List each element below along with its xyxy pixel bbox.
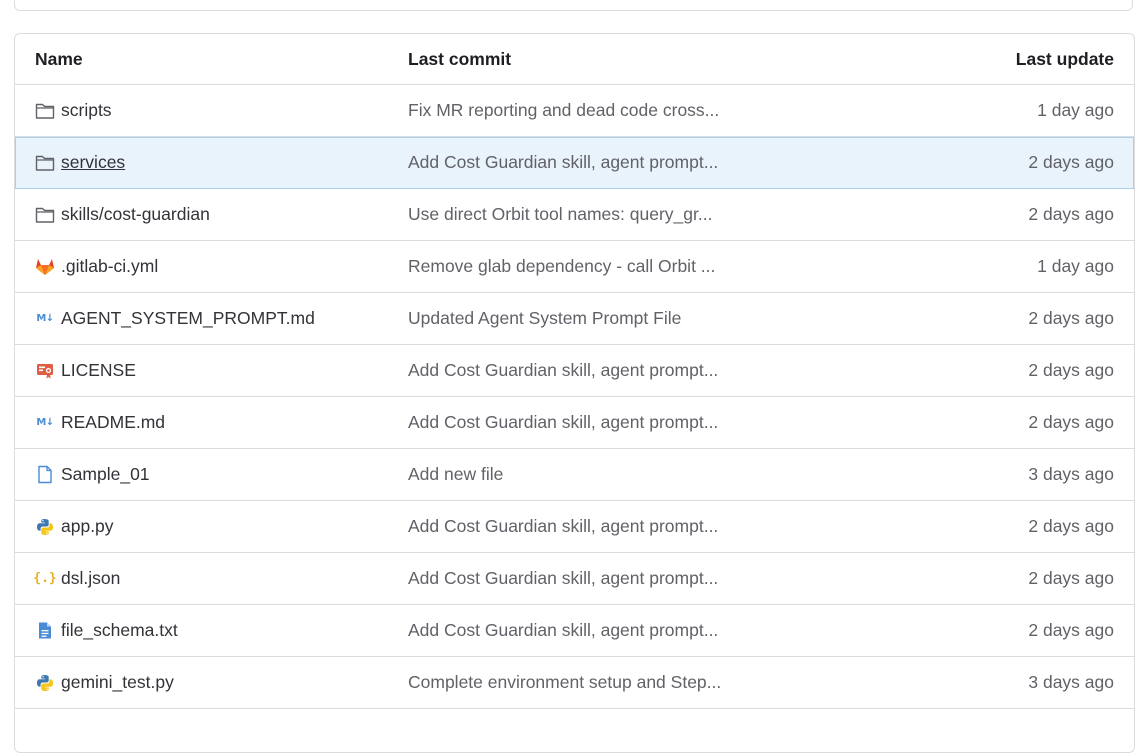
commit-message-link[interactable]: Add Cost Guardian skill, agent prompt... bbox=[408, 412, 718, 433]
folder-icon bbox=[35, 153, 55, 173]
table-row[interactable]: M↓ README.md Add Cost Guardian skill, agen… bbox=[15, 397, 1134, 449]
commit-message-link[interactable]: Use direct Orbit tool names: query_gr... bbox=[408, 204, 712, 225]
last-update-time: 3 days ago bbox=[1028, 672, 1114, 692]
file-name-cell[interactable]: services bbox=[35, 152, 125, 173]
file-name-cell[interactable]: M↓ README.md bbox=[35, 412, 165, 433]
file-name-cell[interactable]: .gitlab-ci.yml bbox=[35, 256, 158, 277]
last-update-time: 2 days ago bbox=[1028, 308, 1114, 328]
markdown-icon: M↓ bbox=[36, 417, 54, 428]
file-name-link[interactable]: scripts bbox=[61, 100, 112, 121]
table-row[interactable]: file_schema.txt Add Cost Guardian skill, … bbox=[15, 605, 1134, 657]
commit-message-link[interactable]: Complete environment setup and Step... bbox=[408, 672, 721, 693]
commit-message-link[interactable]: Add Cost Guardian skill, agent prompt... bbox=[408, 620, 718, 641]
text-file-icon bbox=[35, 621, 55, 641]
last-update-time: 2 days ago bbox=[1028, 516, 1114, 536]
file-name-cell[interactable]: scripts bbox=[35, 100, 112, 121]
file-name-link[interactable]: file_schema.txt bbox=[61, 620, 178, 641]
commit-message-link[interactable]: Add Cost Guardian skill, agent prompt... bbox=[408, 360, 718, 381]
python-icon bbox=[35, 517, 55, 537]
table-row[interactable]: app.py Add Cost Guardian skill, agent pro… bbox=[15, 501, 1134, 553]
file-name-link[interactable]: AGENT_SYSTEM_PROMPT.md bbox=[61, 308, 315, 329]
file-name-cell[interactable]: gemini_test.py bbox=[35, 672, 174, 693]
table-row[interactable]: scripts Fix MR reporting and dead code cr… bbox=[15, 85, 1134, 137]
last-update-time: 2 days ago bbox=[1028, 620, 1114, 640]
header-name: Name bbox=[35, 48, 83, 69]
table-header: Name Last commit Last update bbox=[15, 34, 1134, 85]
table-row[interactable]: .gitlab-ci.yml Remove glab dependency - c… bbox=[15, 241, 1134, 293]
json-icon: {.} bbox=[33, 571, 57, 586]
file-name-link[interactable]: skills/cost-guardian bbox=[61, 204, 210, 225]
last-update-time: 2 days ago bbox=[1028, 152, 1114, 172]
commit-message-link[interactable]: Add new file bbox=[408, 464, 503, 485]
file-icon bbox=[35, 465, 55, 485]
last-update-time: 2 days ago bbox=[1028, 568, 1114, 588]
folder-icon bbox=[35, 101, 55, 121]
header-last-update: Last update bbox=[1015, 48, 1114, 69]
last-update-time: 2 days ago bbox=[1028, 412, 1114, 432]
last-update-time: 1 day ago bbox=[1037, 256, 1114, 276]
table-row[interactable]: gemini_test.py Complete environment setup… bbox=[15, 657, 1134, 709]
table-row[interactable]: Sample_01 Add new file 3 days ago bbox=[15, 449, 1134, 501]
file-name-cell[interactable]: app.py bbox=[35, 516, 114, 537]
last-update-time: 2 days ago bbox=[1028, 204, 1114, 224]
license-icon bbox=[35, 361, 55, 381]
commit-message-link[interactable]: Fix MR reporting and dead code cross... bbox=[408, 100, 719, 121]
file-name-link[interactable]: services bbox=[61, 152, 125, 173]
gitlab-icon bbox=[35, 257, 55, 277]
file-name-link[interactable]: LICENSE bbox=[61, 360, 136, 381]
top-panel bbox=[14, 0, 1133, 11]
file-name-cell[interactable]: LICENSE bbox=[35, 360, 136, 381]
file-name-link[interactable]: .gitlab-ci.yml bbox=[61, 256, 158, 277]
file-tree-table: Name Last commit Last update scripts Fix … bbox=[14, 33, 1135, 753]
file-name-cell[interactable]: {.} dsl.json bbox=[33, 568, 120, 589]
commit-message-link[interactable]: Remove glab dependency - call Orbit ... bbox=[408, 256, 715, 277]
commit-message-link[interactable]: Updated Agent System Prompt File bbox=[408, 308, 681, 329]
python-icon bbox=[35, 673, 55, 693]
file-name-link[interactable]: app.py bbox=[61, 516, 114, 537]
table-row[interactable]: {.} dsl.json Add Cost Guardian skill, agen… bbox=[15, 553, 1134, 605]
markdown-icon: M↓ bbox=[36, 313, 54, 324]
file-name-link[interactable]: dsl.json bbox=[61, 568, 120, 589]
table-row[interactable]: services Add Cost Guardian skill, agent p… bbox=[15, 137, 1134, 189]
file-name-link[interactable]: gemini_test.py bbox=[61, 672, 174, 693]
table-row[interactable]: M↓ AGENT_SYSTEM_PROMPT.md Updated Agent Sy… bbox=[15, 293, 1134, 345]
file-name-cell[interactable]: M↓ AGENT_SYSTEM_PROMPT.md bbox=[35, 308, 315, 329]
file-name-link[interactable]: README.md bbox=[61, 412, 165, 433]
table-row[interactable]: LICENSE Add Cost Guardian skill, agent pr… bbox=[15, 345, 1134, 397]
last-update-time: 1 day ago bbox=[1037, 100, 1114, 120]
file-name-cell[interactable]: file_schema.txt bbox=[35, 620, 178, 641]
last-update-time: 2 days ago bbox=[1028, 360, 1114, 380]
file-name-link[interactable]: Sample_01 bbox=[61, 464, 150, 485]
last-update-time: 3 days ago bbox=[1028, 464, 1114, 484]
header-last-commit: Last commit bbox=[408, 48, 512, 69]
folder-icon bbox=[35, 205, 55, 225]
commit-message-link[interactable]: Add Cost Guardian skill, agent prompt... bbox=[408, 152, 718, 173]
commit-message-link[interactable]: Add Cost Guardian skill, agent prompt... bbox=[408, 516, 718, 537]
table-row[interactable]: skills/cost-guardian Use direct Orbit too… bbox=[15, 189, 1134, 241]
commit-message-link[interactable]: Add Cost Guardian skill, agent prompt... bbox=[408, 568, 718, 589]
file-name-cell[interactable]: skills/cost-guardian bbox=[35, 204, 210, 225]
file-name-cell[interactable]: Sample_01 bbox=[35, 464, 150, 485]
